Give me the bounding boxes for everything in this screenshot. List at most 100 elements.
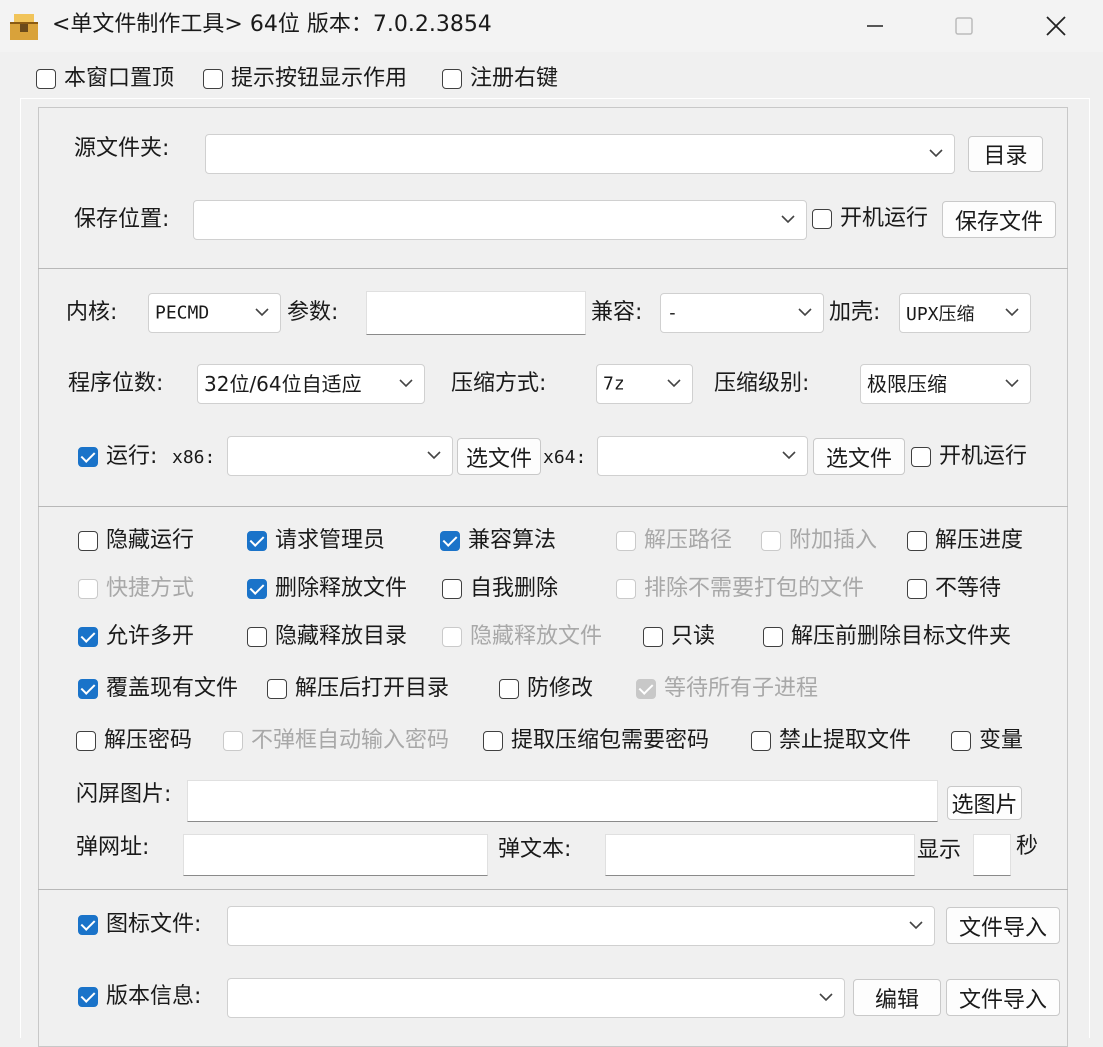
kernel-label: 内核:: [66, 300, 118, 325]
delete-target-before-checkbox[interactable]: [763, 627, 783, 647]
chevron-down-icon: [781, 215, 795, 224]
x64-combo[interactable]: [597, 436, 808, 476]
auto-password-label: 不弹框自动输入密码: [251, 728, 450, 753]
topmost-checkbox[interactable]: [36, 69, 56, 89]
icon-import-button[interactable]: 文件导入: [946, 907, 1060, 944]
directory-button[interactable]: 目录: [968, 136, 1043, 172]
run-checkbox[interactable]: [78, 447, 98, 467]
save-location-label: 保存位置:: [74, 207, 170, 232]
shell-combo[interactable]: UPX压缩: [899, 293, 1031, 333]
read-only-label: 只读: [671, 624, 716, 649]
program-bits-combo[interactable]: 32位/64位自适应: [197, 364, 425, 404]
compress-method-label: 压缩方式:: [451, 371, 547, 396]
param-label: 参数:: [287, 300, 339, 325]
exclude-files-checkbox[interactable]: [616, 579, 636, 599]
topmost-label: 本窗口置顶: [64, 66, 175, 91]
x86-combo[interactable]: [227, 436, 453, 476]
maximize-button[interactable]: [918, 0, 1010, 52]
version-import-button[interactable]: 文件导入: [946, 979, 1060, 1016]
compress-method-combo[interactable]: 7z: [596, 364, 693, 404]
extract-progress-label: 解压进度: [935, 528, 1024, 553]
hide-release-file-checkbox[interactable]: [442, 627, 462, 647]
open-dir-after-checkbox[interactable]: [267, 679, 287, 699]
shell-value: UPX压缩: [906, 304, 975, 325]
wait-children-checkbox[interactable]: [636, 679, 656, 699]
chevron-down-icon: [819, 993, 833, 1002]
compat-label: 兼容:: [591, 300, 643, 325]
attach-insert-checkbox[interactable]: [761, 531, 781, 551]
hide-release-dir-checkbox[interactable]: [247, 627, 267, 647]
outer-frame-right: [1089, 98, 1090, 1038]
extract-progress-checkbox[interactable]: [907, 531, 927, 551]
minimize-button[interactable]: [829, 0, 921, 52]
register-context-menu-label: 注册右键: [470, 66, 559, 91]
delete-released-checkbox[interactable]: [247, 579, 267, 599]
compress-level-label: 压缩级别:: [714, 371, 810, 396]
show-tooltips-checkbox[interactable]: [203, 69, 223, 89]
save-location-combo[interactable]: [193, 200, 807, 240]
self-delete-checkbox[interactable]: [442, 579, 462, 599]
show-seconds-input[interactable]: [973, 834, 1011, 876]
source-folder-combo[interactable]: [205, 134, 955, 174]
attach-insert-label: 附加插入: [789, 528, 878, 553]
need-password-label: 提取压缩包需要密码: [511, 728, 710, 753]
compat-algo-checkbox[interactable]: [440, 531, 460, 551]
edit-button[interactable]: 编辑: [853, 979, 941, 1016]
close-button[interactable]: [1010, 0, 1102, 52]
autorun2-checkbox[interactable]: [911, 447, 931, 467]
select-x86-file-button[interactable]: 选文件: [457, 438, 541, 475]
icon-file-checkbox[interactable]: [78, 915, 98, 935]
autorun-checkbox[interactable]: [812, 209, 832, 229]
hide-run-checkbox[interactable]: [78, 531, 98, 551]
delete-target-before-label: 解压前删除目标文件夹: [791, 624, 1012, 649]
need-password-checkbox[interactable]: [483, 731, 503, 751]
close-icon: [1046, 16, 1066, 36]
popup-url-input[interactable]: [183, 834, 488, 876]
anti-modify-checkbox[interactable]: [499, 679, 519, 699]
shortcut-checkbox[interactable]: [78, 579, 98, 599]
show-label: 显示: [917, 838, 962, 863]
variable-checkbox[interactable]: [951, 731, 971, 751]
window-title: <单文件制作工具> 64位 版本：7.0.2.3854: [52, 12, 492, 37]
compat-algo-label: 兼容算法: [468, 528, 557, 553]
splash-input[interactable]: [187, 780, 938, 822]
param-input[interactable]: [366, 291, 586, 335]
autorun-label: 开机运行: [840, 206, 929, 231]
compress-level-combo[interactable]: 极限压缩: [860, 364, 1031, 404]
save-file-button[interactable]: 保存文件: [942, 201, 1056, 238]
popup-text-input[interactable]: [605, 834, 915, 876]
select-image-button[interactable]: 选图片: [947, 786, 1022, 820]
overwrite-checkbox[interactable]: [78, 679, 98, 699]
icon-file-combo[interactable]: [227, 906, 935, 946]
version-info-label: 版本信息:: [106, 984, 202, 1009]
compat-combo[interactable]: -: [660, 293, 824, 333]
show-tooltips-label: 提示按钮显示作用: [231, 66, 408, 91]
no-wait-label: 不等待: [935, 576, 1002, 601]
autorun2-label: 开机运行: [939, 444, 1028, 469]
auto-password-checkbox[interactable]: [223, 731, 243, 751]
kernel-combo[interactable]: PECMD: [148, 293, 281, 333]
version-info-combo[interactable]: [227, 978, 845, 1018]
extract-path-checkbox[interactable]: [616, 531, 636, 551]
chevron-down-icon: [782, 451, 796, 460]
outer-frame-top: [20, 98, 1090, 99]
version-info-checkbox[interactable]: [78, 987, 98, 1007]
run-label: 运行:: [106, 444, 158, 469]
request-admin-label: 请求管理员: [275, 528, 386, 553]
program-bits-value: 32位/64位自适应: [204, 372, 362, 396]
chevron-down-icon: [667, 379, 681, 388]
open-dir-after-label: 解压后打开目录: [295, 676, 450, 701]
forbid-extract-checkbox[interactable]: [751, 731, 771, 751]
compat-value: -: [667, 302, 678, 324]
request-admin-checkbox[interactable]: [247, 531, 267, 551]
shortcut-label: 快捷方式: [106, 576, 195, 601]
compress-method-value: 7z: [603, 373, 625, 395]
extract-password-label: 解压密码: [104, 728, 193, 753]
allow-multi-checkbox[interactable]: [78, 627, 98, 647]
outer-frame-left: [20, 98, 21, 1038]
no-wait-checkbox[interactable]: [907, 579, 927, 599]
read-only-checkbox[interactable]: [643, 627, 663, 647]
select-x64-file-button[interactable]: 选文件: [813, 438, 905, 475]
register-context-menu-checkbox[interactable]: [442, 69, 462, 89]
extract-password-checkbox[interactable]: [76, 731, 96, 751]
